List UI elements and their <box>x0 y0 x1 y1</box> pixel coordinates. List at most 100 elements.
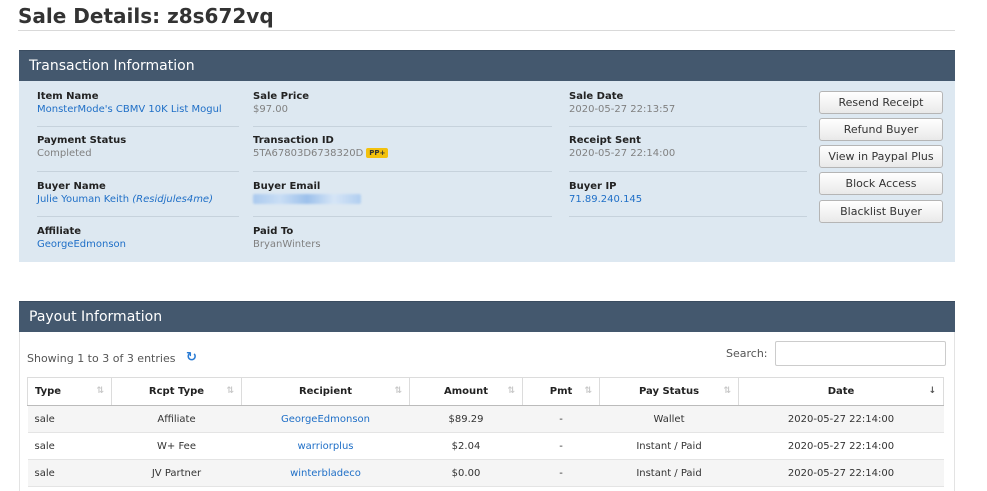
sort-icon: ⇅ <box>507 386 515 396</box>
refresh-icon[interactable]: ↻ <box>186 350 197 365</box>
divider <box>253 216 552 217</box>
cell-date: 2020-05-27 22:14:00 <box>738 432 944 460</box>
divider <box>37 216 239 217</box>
item-name-field: Item Name MonsterMode's CBMV 10K List Mo… <box>37 91 222 115</box>
divider <box>569 171 807 172</box>
transaction-id-field: Transaction ID 5TA67803D6738320D PP+ <box>253 135 389 159</box>
divider <box>253 126 552 127</box>
blacklist-buyer-button[interactable]: Blacklist Buyer <box>819 200 943 223</box>
buyer-name-link[interactable]: Julie Youman Keith (Residjules4me) <box>37 194 213 205</box>
cell-date: 2020-05-27 22:14:00 <box>738 459 944 487</box>
sort-icon: ⇅ <box>96 386 104 396</box>
page-title: Sale Details: z8s672vq <box>18 4 274 28</box>
cell-amount: $2.04 <box>409 432 523 460</box>
buyer-email-value <box>253 194 361 207</box>
paid-to-label: Paid To <box>253 226 294 237</box>
sort-icon: ⇅ <box>723 386 731 396</box>
cell-type: sale <box>27 405 112 433</box>
column-header-rcpt-type[interactable]: Rcpt Type ⇅ <box>111 377 242 406</box>
cell-recipient-link[interactable]: warriorplus <box>241 432 410 460</box>
affiliate-field: Affiliate GeorgeEdmonson <box>37 226 126 250</box>
transaction-panel-header: Transaction Information <box>19 50 955 81</box>
transaction-id-value: 5TA67803D6738320D PP+ <box>253 148 389 159</box>
resend-receipt-button[interactable]: Resend Receipt <box>819 91 943 114</box>
transaction-id-text: 5TA67803D6738320D <box>253 148 364 159</box>
buyer-ip-link[interactable]: 71.89.240.145 <box>569 194 642 205</box>
cell-pmt: - <box>522 405 600 433</box>
view-paypal-plus-button[interactable]: View in Paypal Plus <box>819 145 943 168</box>
table-row: sale W+ Fee warriorplus $2.04 - Instant … <box>27 432 944 460</box>
sort-icon: ⇅ <box>584 386 592 396</box>
sort-icon: ⇅ <box>226 386 234 396</box>
cell-date: 2020-05-27 22:14:00 <box>738 405 944 433</box>
table-row: sale JV Partner winterbladeco $0.00 - In… <box>27 459 944 487</box>
buyer-ip-field: Buyer IP 71.89.240.145 <box>569 181 642 205</box>
sale-price-label: Sale Price <box>253 91 310 102</box>
cell-pmt: - <box>522 432 600 460</box>
affiliate-link[interactable]: GeorgeEdmonson <box>37 239 126 250</box>
cell-pay-status: Instant / Paid <box>599 432 739 460</box>
paypal-plus-badge: PP+ <box>366 148 389 158</box>
cell-type: sale <box>27 459 112 487</box>
search-input[interactable] <box>775 341 946 366</box>
block-access-button[interactable]: Block Access <box>819 172 943 195</box>
cell-recipient-link[interactable]: winterbladeco <box>241 459 410 487</box>
payout-panel-header: Payout Information <box>19 301 955 332</box>
payment-status-value: Completed <box>37 148 92 159</box>
sale-price-value: $97.00 <box>253 104 288 115</box>
affiliate-label: Affiliate <box>37 226 82 237</box>
buyer-name-text: Julie Youman Keith <box>37 194 130 205</box>
payment-status-field: Payment Status Completed <box>37 135 126 159</box>
title-divider <box>18 30 955 31</box>
paid-to-value: BryanWinters <box>253 239 321 250</box>
column-header-recipient[interactable]: Recipient ⇅ <box>241 377 410 406</box>
column-header-date[interactable]: Date ↓ <box>738 377 944 406</box>
receipt-sent-field: Receipt Sent 2020-05-27 22:14:00 <box>569 135 675 159</box>
sale-date-label: Sale Date <box>569 91 624 102</box>
item-name-label: Item Name <box>37 91 99 102</box>
entries-info: Showing 1 to 3 of 3 entries <box>27 352 176 365</box>
paid-to-field: Paid To BryanWinters <box>253 226 321 250</box>
payout-table: Type ⇅ Rcpt Type ⇅ Recipient ⇅ Amount ⇅ Pmt ⇅… <box>27 377 944 487</box>
buyer-email-label: Buyer Email <box>253 181 321 192</box>
column-header-type[interactable]: Type ⇅ <box>27 377 112 406</box>
divider <box>37 126 239 127</box>
cell-type: sale <box>27 432 112 460</box>
transaction-id-label: Transaction ID <box>253 135 334 146</box>
cell-recipient-link[interactable]: GeorgeEdmonson <box>241 405 410 433</box>
sort-desc-icon: ↓ <box>928 386 936 396</box>
item-name-link[interactable]: MonsterMode's CBMV 10K List Mogul <box>37 104 222 115</box>
cell-rcpt-type: W+ Fee <box>111 432 242 460</box>
payment-status-label: Payment Status <box>37 135 127 146</box>
cell-pmt: - <box>522 459 600 487</box>
cell-amount: $89.29 <box>409 405 523 433</box>
sale-date-value: 2020-05-27 22:13:57 <box>569 104 676 115</box>
receipt-sent-value: 2020-05-27 22:14:00 <box>569 148 676 159</box>
sale-date-field: Sale Date 2020-05-27 22:13:57 <box>569 91 675 115</box>
search-label: Search: <box>726 347 768 360</box>
divider <box>569 216 807 217</box>
refund-buyer-button[interactable]: Refund Buyer <box>819 118 943 141</box>
cell-pay-status: Wallet <box>599 405 739 433</box>
cell-rcpt-type: Affiliate <box>111 405 242 433</box>
buyer-name-label: Buyer Name <box>37 181 106 192</box>
redacted-email <box>253 194 361 204</box>
table-row: sale Affiliate GeorgeEdmonson $89.29 - W… <box>27 405 944 433</box>
column-header-pay-status[interactable]: Pay Status ⇅ <box>599 377 739 406</box>
divider <box>37 171 239 172</box>
buyer-email-field: Buyer Email <box>253 181 361 207</box>
cell-rcpt-type: JV Partner <box>111 459 242 487</box>
receipt-sent-label: Receipt Sent <box>569 135 641 146</box>
sale-price-field: Sale Price $97.00 <box>253 91 309 115</box>
divider <box>253 171 552 172</box>
table-header-row: Type ⇅ Rcpt Type ⇅ Recipient ⇅ Amount ⇅ Pmt ⇅… <box>27 377 944 406</box>
column-header-amount[interactable]: Amount ⇅ <box>409 377 523 406</box>
divider <box>569 126 807 127</box>
sort-icon: ⇅ <box>394 386 402 396</box>
buyer-name-field: Buyer Name Julie Youman Keith (Residjule… <box>37 181 213 205</box>
buyer-handle: (Residjules4me) <box>132 194 213 205</box>
cell-amount: $0.00 <box>409 459 523 487</box>
cell-pay-status: Instant / Paid <box>599 459 739 487</box>
column-header-pmt[interactable]: Pmt ⇅ <box>522 377 600 406</box>
buyer-ip-label: Buyer IP <box>569 181 617 192</box>
